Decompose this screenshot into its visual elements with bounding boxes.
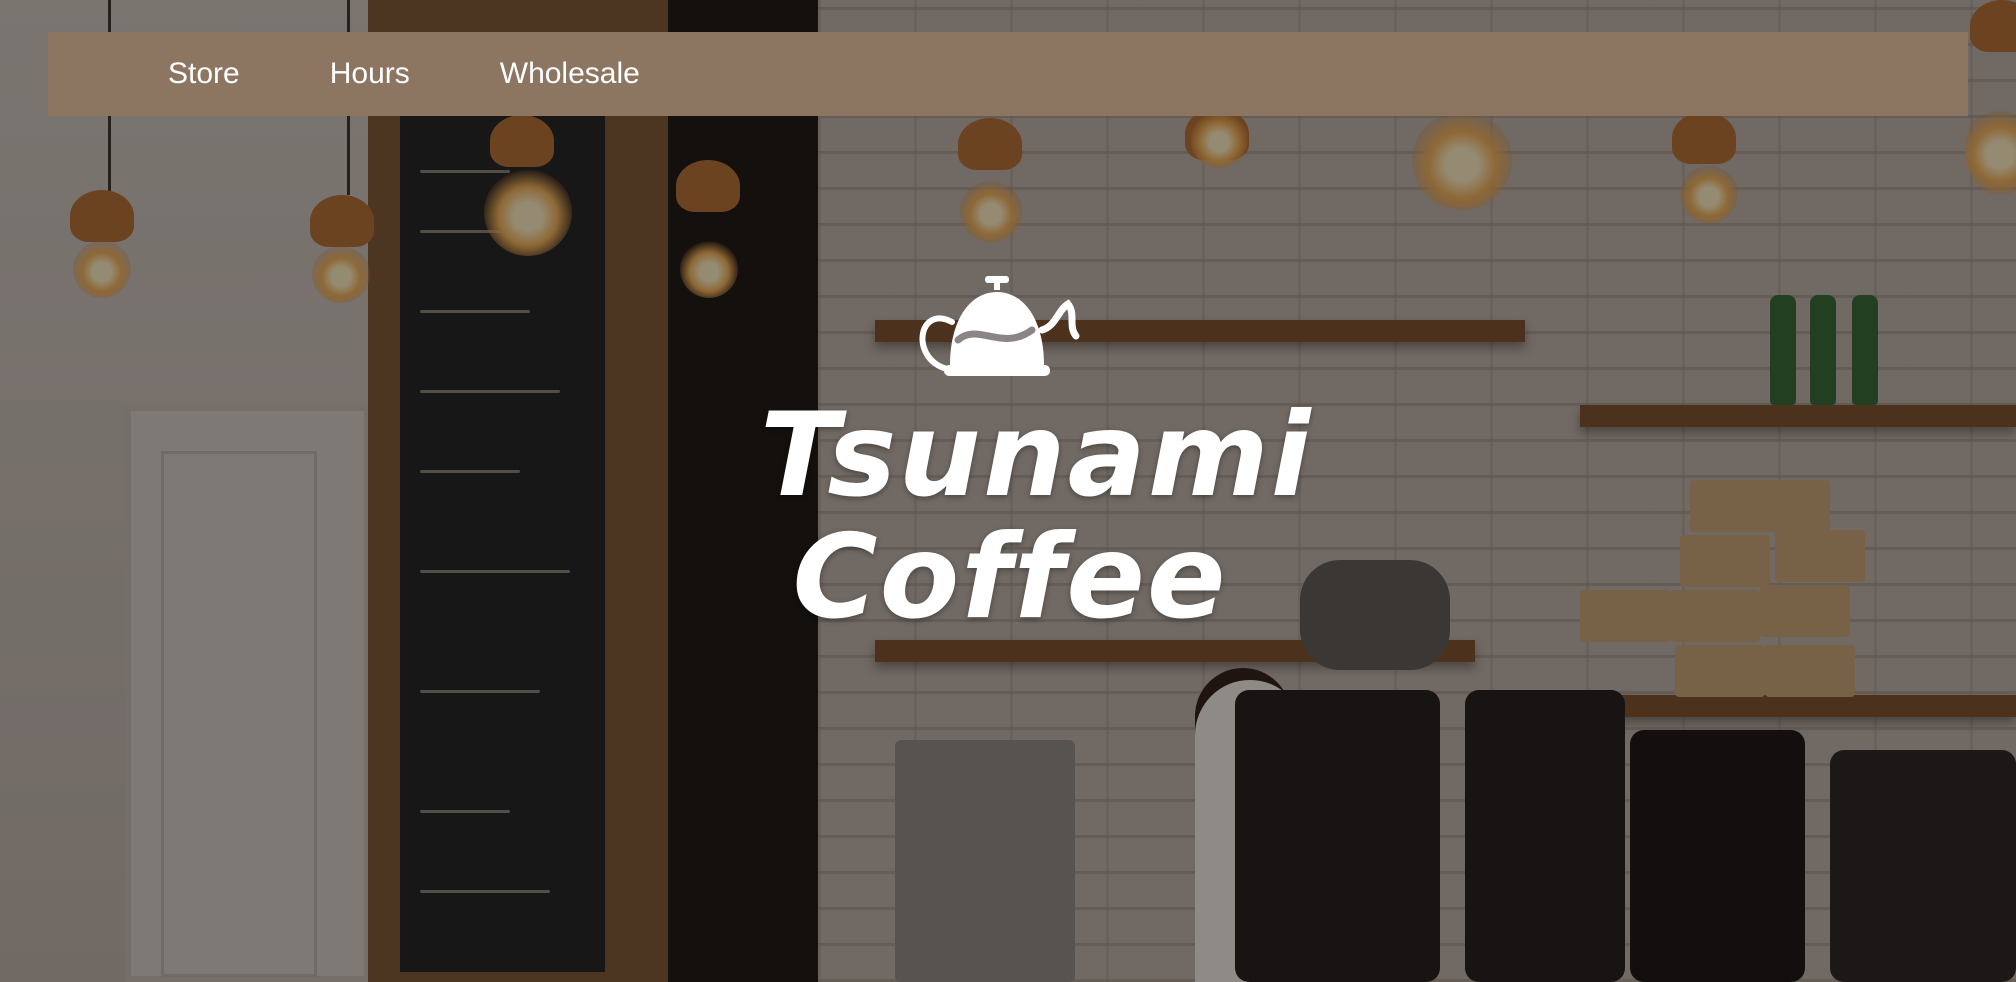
nav-link-store[interactable]: Store (168, 57, 240, 91)
nav-link-hours[interactable]: Hours (330, 57, 410, 91)
top-navigation: Store Hours Wholesale (48, 32, 1968, 116)
kettle-icon (919, 276, 1080, 376)
brand-name-line2: Coffee (792, 510, 1228, 645)
brand-name-line1: Tsunami (760, 388, 1313, 523)
nav-link-wholesale[interactable]: Wholesale (500, 57, 640, 91)
brand-logo: Tsunami Coffee (760, 270, 1313, 650)
